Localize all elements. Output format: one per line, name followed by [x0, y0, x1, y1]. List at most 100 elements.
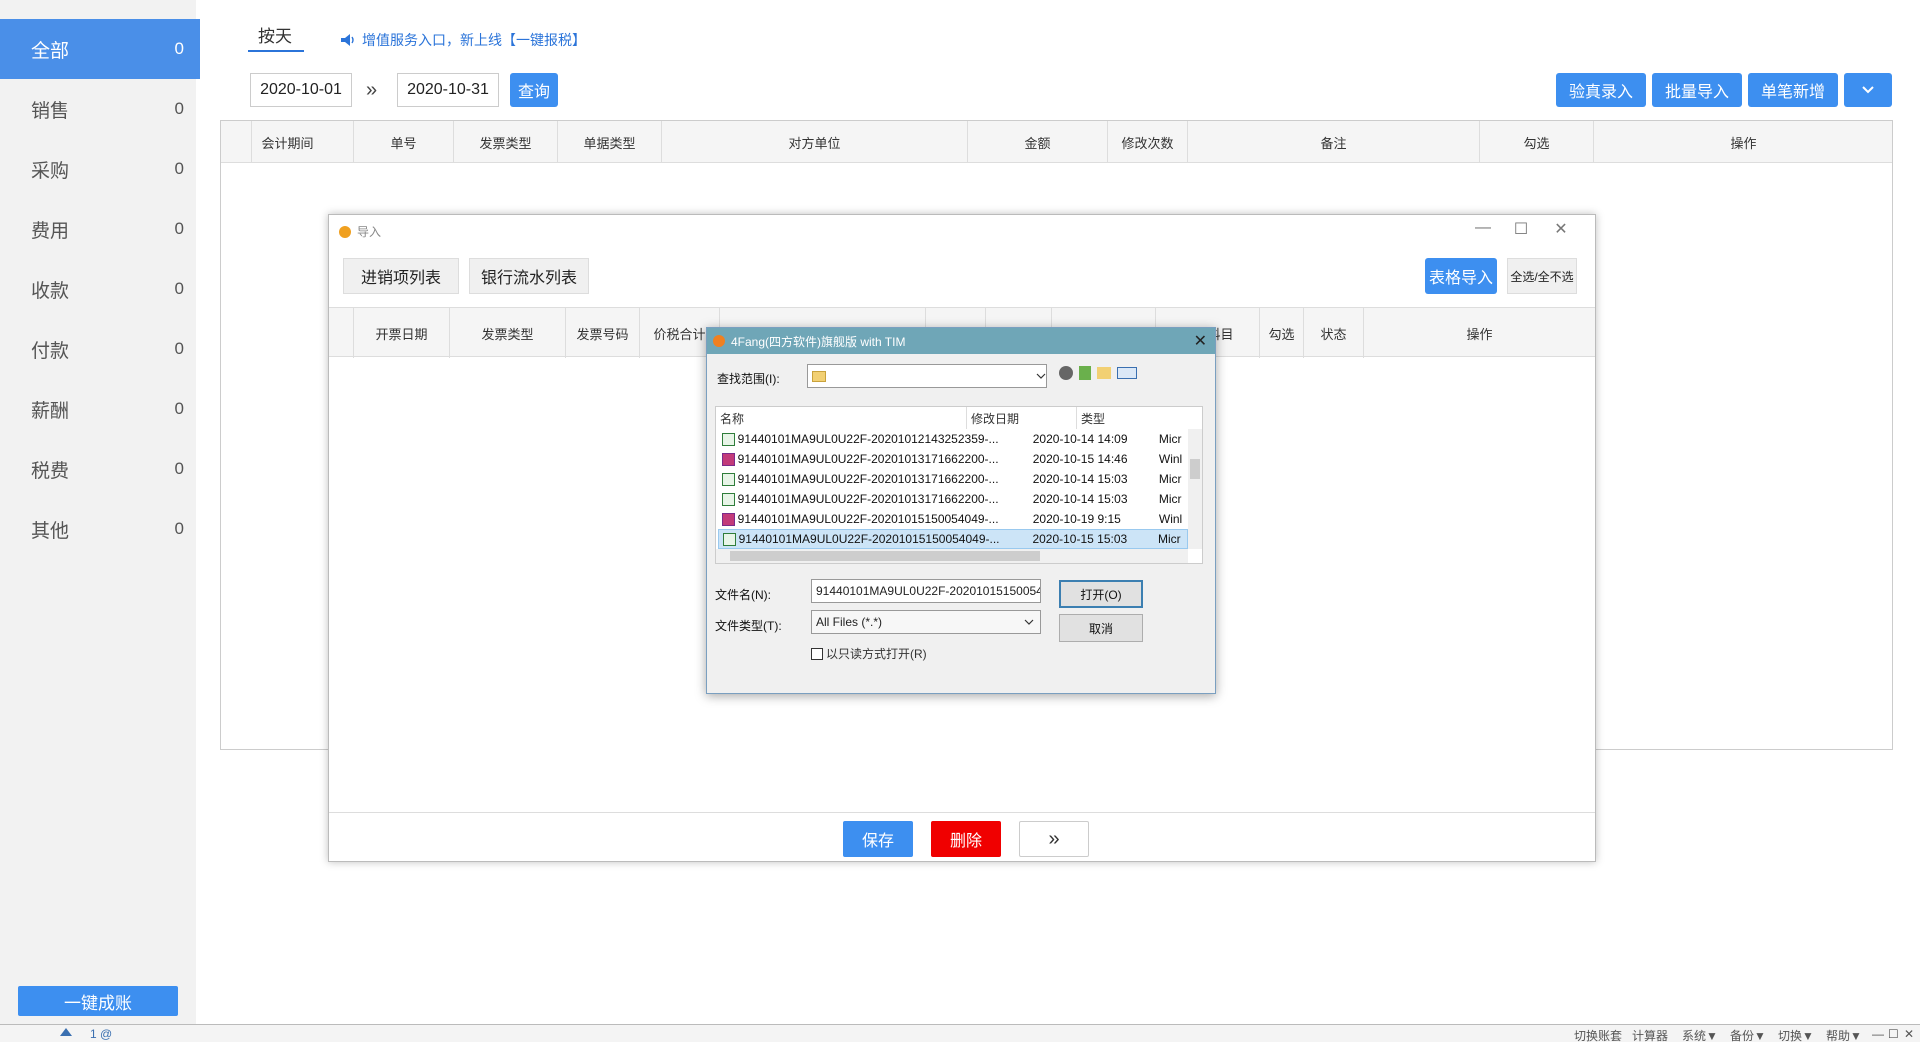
tab-bank-list[interactable]: 银行流水列表 [469, 258, 589, 294]
close-icon[interactable]: ✕ [1551, 219, 1571, 239]
back-icon[interactable] [1059, 366, 1073, 380]
delete-button[interactable]: 删除 [931, 821, 1001, 857]
file-date: 2020-10-14 15:03 [1032, 492, 1128, 506]
sidebar-item-label: 其他 [31, 520, 70, 542]
status-left-text: 1 @ [90, 1027, 113, 1041]
sidebar-item-expense[interactable]: 费用 0 [0, 199, 200, 259]
save-button[interactable]: 保存 [843, 821, 913, 857]
query-button[interactable]: 查询 [510, 73, 558, 107]
file-date: 2020-10-19 9:15 [1032, 512, 1121, 526]
sidebar-item-salary[interactable]: 薪酬 0 [0, 379, 200, 439]
next-button[interactable]: » [1019, 821, 1089, 857]
sidebar-item-label: 收款 [31, 280, 70, 302]
col-invoice-number: 发票号码 [565, 308, 639, 358]
arrow-up-icon[interactable] [60, 1028, 72, 1036]
file-row-selected[interactable]: 91440101MA9UL0U22F-20201015150054049-...… [718, 529, 1188, 549]
file-row[interactable]: 91440101MA9UL0U22F-20201013171662200-...… [718, 489, 1188, 509]
verify-entry-button[interactable]: 验真录入 [1556, 73, 1646, 107]
readonly-label: 以只读方式打开(R) [826, 647, 927, 661]
filetype-select[interactable]: All Files (*.*) [811, 610, 1041, 634]
single-add-button[interactable]: 单笔新增 [1748, 73, 1838, 107]
vertical-scrollbar[interactable] [1188, 429, 1202, 549]
readonly-checkbox[interactable] [811, 647, 823, 660]
sidebar-item-count: 0 [174, 39, 184, 58]
excel-import-button[interactable]: 表格导入 [1425, 258, 1497, 294]
horizontal-scrollbar[interactable] [716, 549, 1188, 563]
col-counterparty: 对方单位 [661, 121, 967, 163]
date-from-input[interactable]: 2020-10-01 [250, 73, 352, 107]
import-dialog-title-text: 导入 [357, 225, 382, 239]
calculator-button[interactable]: 计算器 [1632, 1027, 1668, 1044]
excel-file-icon [722, 492, 735, 506]
switch-account-button[interactable]: 切换账套 [1574, 1027, 1622, 1044]
sidebar-item-sales[interactable]: 销售 0 [0, 79, 200, 139]
tab-invoice-list[interactable]: 进销项列表 [343, 258, 459, 294]
select-all-button[interactable]: 全选/全不选 [1507, 258, 1577, 294]
excel-file-icon [722, 472, 735, 486]
file-row[interactable]: 91440101MA9UL0U22F-20201013171662200-...… [718, 449, 1188, 469]
col-actions: 操作 [1593, 121, 1893, 163]
sidebar-item-receipt[interactable]: 收款 0 [0, 259, 200, 319]
open-button[interactable]: 打开(O) [1059, 580, 1143, 608]
sidebar-item-all[interactable]: 全部 0 [0, 19, 200, 79]
help-menu[interactable]: 帮助▼ [1826, 1027, 1862, 1044]
file-list: 名称 修改日期 类型 91440101MA9UL0U22F-2020101214… [715, 406, 1203, 564]
file-row[interactable]: 91440101MA9UL0U22F-20201015150054049-...… [718, 509, 1188, 529]
backup-menu[interactable]: 备份▼ [1730, 1027, 1766, 1044]
tab-underline [248, 50, 304, 52]
new-folder-icon[interactable] [1097, 367, 1111, 379]
file-type: Winl [1158, 512, 1183, 526]
up-folder-icon[interactable] [1079, 366, 1091, 380]
file-name: 91440101MA9UL0U22F-20201015150054049-... [737, 512, 999, 526]
scrollbar-thumb[interactable] [1190, 459, 1200, 479]
service-notice[interactable]: 增值服务入口，新上线【一键报税】 [340, 30, 586, 50]
file-name: 91440101MA9UL0U22F-20201013171662200-... [737, 452, 999, 466]
col-invoice-type: 发票类型 [449, 308, 565, 358]
minimize-icon[interactable]: — [1872, 1027, 1884, 1041]
file-date: 2020-10-15 14:46 [1032, 452, 1128, 466]
excel-file-icon [722, 432, 735, 446]
sidebar-item-label: 采购 [31, 160, 70, 182]
sidebar-item-purchase[interactable]: 采购 0 [0, 139, 200, 199]
folder-icon [812, 370, 826, 382]
file-name: 91440101MA9UL0U22F-20201013171662200-... [737, 492, 999, 506]
import-dialog-footer: 保存 删除 » [329, 812, 1595, 862]
sidebar-item-count: 0 [174, 459, 184, 478]
filename-input[interactable]: 91440101MA9UL0U22F-20201015150054049-2( [811, 579, 1041, 603]
cancel-button[interactable]: 取消 [1059, 614, 1143, 642]
excel-file-icon [723, 532, 736, 546]
sidebar-item-label: 全部 [31, 40, 70, 62]
switch-menu[interactable]: 切换▼ [1778, 1027, 1814, 1044]
file-date: 2020-10-15 15:03 [1032, 532, 1128, 546]
date-to-input[interactable]: 2020-10-31 [397, 73, 499, 107]
col-check: 勾选 [1259, 308, 1303, 358]
col-type-header[interactable]: 类型 [1076, 407, 1116, 429]
col-amount: 金额 [967, 121, 1107, 163]
close-icon[interactable]: ✕ [1194, 331, 1207, 351]
file-row[interactable]: 91440101MA9UL0U22F-20201013171662200-...… [718, 469, 1188, 489]
view-menu-icon[interactable] [1117, 367, 1137, 379]
close-icon[interactable]: ✕ [1904, 1027, 1914, 1041]
onekey-button[interactable]: 一键成账 [18, 986, 178, 1016]
file-date: 2020-10-14 14:09 [1032, 432, 1128, 446]
batch-import-button[interactable]: 批量导入 [1652, 73, 1742, 107]
scrollbar-thumb[interactable] [730, 551, 1040, 561]
lookin-combo[interactable] [807, 364, 1047, 388]
readonly-checkbox-row[interactable]: 以只读方式打开(R) [811, 645, 927, 662]
more-dropdown-button[interactable] [1844, 73, 1892, 107]
file-type: Micr [1158, 472, 1182, 486]
minimize-icon[interactable]: — [1473, 219, 1493, 237]
maximize-icon[interactable]: ☐ [1511, 219, 1531, 239]
sidebar-item-tax[interactable]: 税费 0 [0, 439, 200, 499]
sidebar-item-payment[interactable]: 付款 0 [0, 319, 200, 379]
file-row[interactable]: 91440101MA9UL0U22F-20201012143252359-...… [718, 429, 1188, 449]
import-dialog-title: 导入 [339, 223, 381, 240]
system-menu[interactable]: 系统▼ [1682, 1027, 1718, 1044]
archive-file-icon [722, 452, 735, 466]
app-logo-icon [339, 225, 351, 238]
date-separator: » [366, 79, 378, 101]
tab-by-day[interactable]: 按天 [258, 22, 292, 47]
restore-icon[interactable]: ☐ [1888, 1027, 1899, 1041]
sidebar-item-count: 0 [174, 279, 184, 298]
sidebar-item-other[interactable]: 其他 0 [0, 499, 200, 559]
